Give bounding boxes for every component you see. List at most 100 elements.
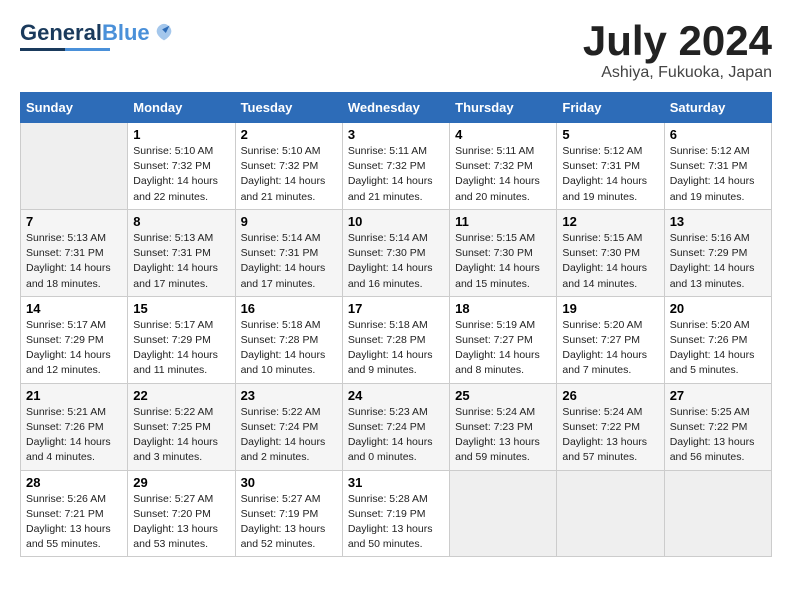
day-number: 15 bbox=[133, 301, 229, 316]
day-number: 6 bbox=[670, 127, 766, 142]
logo-icon bbox=[153, 22, 175, 44]
col-sunday: Sunday bbox=[21, 93, 128, 123]
calendar-cell: 22 Sunrise: 5:22 AMSunset: 7:25 PMDaylig… bbox=[128, 383, 235, 470]
calendar-cell: 15 Sunrise: 5:17 AMSunset: 7:29 PMDaylig… bbox=[128, 296, 235, 383]
day-info: Sunrise: 5:14 AMSunset: 7:31 PMDaylight:… bbox=[241, 232, 326, 290]
calendar-cell: 3 Sunrise: 5:11 AMSunset: 7:32 PMDayligh… bbox=[342, 123, 449, 210]
day-info: Sunrise: 5:18 AMSunset: 7:28 PMDaylight:… bbox=[241, 319, 326, 377]
calendar-cell: 17 Sunrise: 5:18 AMSunset: 7:28 PMDaylig… bbox=[342, 296, 449, 383]
col-friday: Friday bbox=[557, 93, 664, 123]
day-number: 18 bbox=[455, 301, 551, 316]
day-info: Sunrise: 5:20 AMSunset: 7:26 PMDaylight:… bbox=[670, 319, 755, 377]
calendar-cell: 30 Sunrise: 5:27 AMSunset: 7:19 PMDaylig… bbox=[235, 470, 342, 557]
calendar-cell bbox=[21, 123, 128, 210]
day-info: Sunrise: 5:18 AMSunset: 7:28 PMDaylight:… bbox=[348, 319, 433, 377]
day-info: Sunrise: 5:12 AMSunset: 7:31 PMDaylight:… bbox=[670, 145, 755, 203]
day-number: 29 bbox=[133, 475, 229, 490]
calendar-cell bbox=[664, 470, 771, 557]
calendar-cell: 6 Sunrise: 5:12 AMSunset: 7:31 PMDayligh… bbox=[664, 123, 771, 210]
col-monday: Monday bbox=[128, 93, 235, 123]
header-row: Sunday Monday Tuesday Wednesday Thursday… bbox=[21, 93, 772, 123]
day-info: Sunrise: 5:22 AMSunset: 7:25 PMDaylight:… bbox=[133, 406, 218, 464]
calendar-cell: 24 Sunrise: 5:23 AMSunset: 7:24 PMDaylig… bbox=[342, 383, 449, 470]
day-number: 10 bbox=[348, 214, 444, 229]
calendar-cell: 2 Sunrise: 5:10 AMSunset: 7:32 PMDayligh… bbox=[235, 123, 342, 210]
day-info: Sunrise: 5:28 AMSunset: 7:19 PMDaylight:… bbox=[348, 493, 433, 551]
day-info: Sunrise: 5:13 AMSunset: 7:31 PMDaylight:… bbox=[133, 232, 218, 290]
calendar-cell: 25 Sunrise: 5:24 AMSunset: 7:23 PMDaylig… bbox=[450, 383, 557, 470]
day-info: Sunrise: 5:27 AMSunset: 7:19 PMDaylight:… bbox=[241, 493, 326, 551]
day-number: 2 bbox=[241, 127, 337, 142]
calendar-cell: 14 Sunrise: 5:17 AMSunset: 7:29 PMDaylig… bbox=[21, 296, 128, 383]
day-info: Sunrise: 5:20 AMSunset: 7:27 PMDaylight:… bbox=[562, 319, 647, 377]
calendar-cell: 7 Sunrise: 5:13 AMSunset: 7:31 PMDayligh… bbox=[21, 209, 128, 296]
logo: General Blue bbox=[20, 20, 175, 51]
day-info: Sunrise: 5:24 AMSunset: 7:22 PMDaylight:… bbox=[562, 406, 647, 464]
day-number: 27 bbox=[670, 388, 766, 403]
calendar-week-5: 28 Sunrise: 5:26 AMSunset: 7:21 PMDaylig… bbox=[21, 470, 772, 557]
day-number: 12 bbox=[562, 214, 658, 229]
day-number: 14 bbox=[26, 301, 122, 316]
calendar-cell: 29 Sunrise: 5:27 AMSunset: 7:20 PMDaylig… bbox=[128, 470, 235, 557]
day-number: 25 bbox=[455, 388, 551, 403]
day-number: 17 bbox=[348, 301, 444, 316]
day-number: 23 bbox=[241, 388, 337, 403]
page-header: General Blue July 2024 Ashiya, Fukuoka, … bbox=[20, 20, 772, 82]
day-number: 16 bbox=[241, 301, 337, 316]
calendar-cell bbox=[557, 470, 664, 557]
col-tuesday: Tuesday bbox=[235, 93, 342, 123]
day-number: 8 bbox=[133, 214, 229, 229]
day-number: 5 bbox=[562, 127, 658, 142]
day-number: 3 bbox=[348, 127, 444, 142]
logo-divider bbox=[20, 48, 110, 51]
calendar-cell: 5 Sunrise: 5:12 AMSunset: 7:31 PMDayligh… bbox=[557, 123, 664, 210]
calendar-cell: 12 Sunrise: 5:15 AMSunset: 7:30 PMDaylig… bbox=[557, 209, 664, 296]
calendar-cell: 28 Sunrise: 5:26 AMSunset: 7:21 PMDaylig… bbox=[21, 470, 128, 557]
calendar-week-4: 21 Sunrise: 5:21 AMSunset: 7:26 PMDaylig… bbox=[21, 383, 772, 470]
calendar-cell: 9 Sunrise: 5:14 AMSunset: 7:31 PMDayligh… bbox=[235, 209, 342, 296]
day-info: Sunrise: 5:19 AMSunset: 7:27 PMDaylight:… bbox=[455, 319, 540, 377]
calendar-cell: 1 Sunrise: 5:10 AMSunset: 7:32 PMDayligh… bbox=[128, 123, 235, 210]
day-info: Sunrise: 5:15 AMSunset: 7:30 PMDaylight:… bbox=[562, 232, 647, 290]
logo-blue: Blue bbox=[102, 20, 150, 46]
day-info: Sunrise: 5:26 AMSunset: 7:21 PMDaylight:… bbox=[26, 493, 111, 551]
day-number: 20 bbox=[670, 301, 766, 316]
day-number: 22 bbox=[133, 388, 229, 403]
calendar-cell: 23 Sunrise: 5:22 AMSunset: 7:24 PMDaylig… bbox=[235, 383, 342, 470]
calendar-week-3: 14 Sunrise: 5:17 AMSunset: 7:29 PMDaylig… bbox=[21, 296, 772, 383]
col-wednesday: Wednesday bbox=[342, 93, 449, 123]
day-number: 1 bbox=[133, 127, 229, 142]
day-info: Sunrise: 5:12 AMSunset: 7:31 PMDaylight:… bbox=[562, 145, 647, 203]
calendar-week-1: 1 Sunrise: 5:10 AMSunset: 7:32 PMDayligh… bbox=[21, 123, 772, 210]
calendar-table: Sunday Monday Tuesday Wednesday Thursday… bbox=[20, 92, 772, 557]
location: Ashiya, Fukuoka, Japan bbox=[583, 64, 772, 82]
calendar-week-2: 7 Sunrise: 5:13 AMSunset: 7:31 PMDayligh… bbox=[21, 209, 772, 296]
calendar-cell: 13 Sunrise: 5:16 AMSunset: 7:29 PMDaylig… bbox=[664, 209, 771, 296]
day-number: 28 bbox=[26, 475, 122, 490]
day-number: 9 bbox=[241, 214, 337, 229]
logo-general: General bbox=[20, 20, 102, 46]
day-info: Sunrise: 5:11 AMSunset: 7:32 PMDaylight:… bbox=[455, 145, 540, 203]
calendar-cell: 4 Sunrise: 5:11 AMSunset: 7:32 PMDayligh… bbox=[450, 123, 557, 210]
day-number: 31 bbox=[348, 475, 444, 490]
day-info: Sunrise: 5:24 AMSunset: 7:23 PMDaylight:… bbox=[455, 406, 540, 464]
calendar-cell: 26 Sunrise: 5:24 AMSunset: 7:22 PMDaylig… bbox=[557, 383, 664, 470]
calendar-cell: 16 Sunrise: 5:18 AMSunset: 7:28 PMDaylig… bbox=[235, 296, 342, 383]
day-info: Sunrise: 5:17 AMSunset: 7:29 PMDaylight:… bbox=[133, 319, 218, 377]
calendar-cell: 11 Sunrise: 5:15 AMSunset: 7:30 PMDaylig… bbox=[450, 209, 557, 296]
day-number: 4 bbox=[455, 127, 551, 142]
day-number: 13 bbox=[670, 214, 766, 229]
day-info: Sunrise: 5:11 AMSunset: 7:32 PMDaylight:… bbox=[348, 145, 433, 203]
day-info: Sunrise: 5:10 AMSunset: 7:32 PMDaylight:… bbox=[133, 145, 218, 203]
day-number: 26 bbox=[562, 388, 658, 403]
day-info: Sunrise: 5:21 AMSunset: 7:26 PMDaylight:… bbox=[26, 406, 111, 464]
calendar-cell: 10 Sunrise: 5:14 AMSunset: 7:30 PMDaylig… bbox=[342, 209, 449, 296]
day-number: 30 bbox=[241, 475, 337, 490]
calendar-cell: 19 Sunrise: 5:20 AMSunset: 7:27 PMDaylig… bbox=[557, 296, 664, 383]
calendar-cell: 18 Sunrise: 5:19 AMSunset: 7:27 PMDaylig… bbox=[450, 296, 557, 383]
col-thursday: Thursday bbox=[450, 93, 557, 123]
calendar-cell: 21 Sunrise: 5:21 AMSunset: 7:26 PMDaylig… bbox=[21, 383, 128, 470]
day-info: Sunrise: 5:23 AMSunset: 7:24 PMDaylight:… bbox=[348, 406, 433, 464]
day-info: Sunrise: 5:25 AMSunset: 7:22 PMDaylight:… bbox=[670, 406, 755, 464]
day-info: Sunrise: 5:16 AMSunset: 7:29 PMDaylight:… bbox=[670, 232, 755, 290]
